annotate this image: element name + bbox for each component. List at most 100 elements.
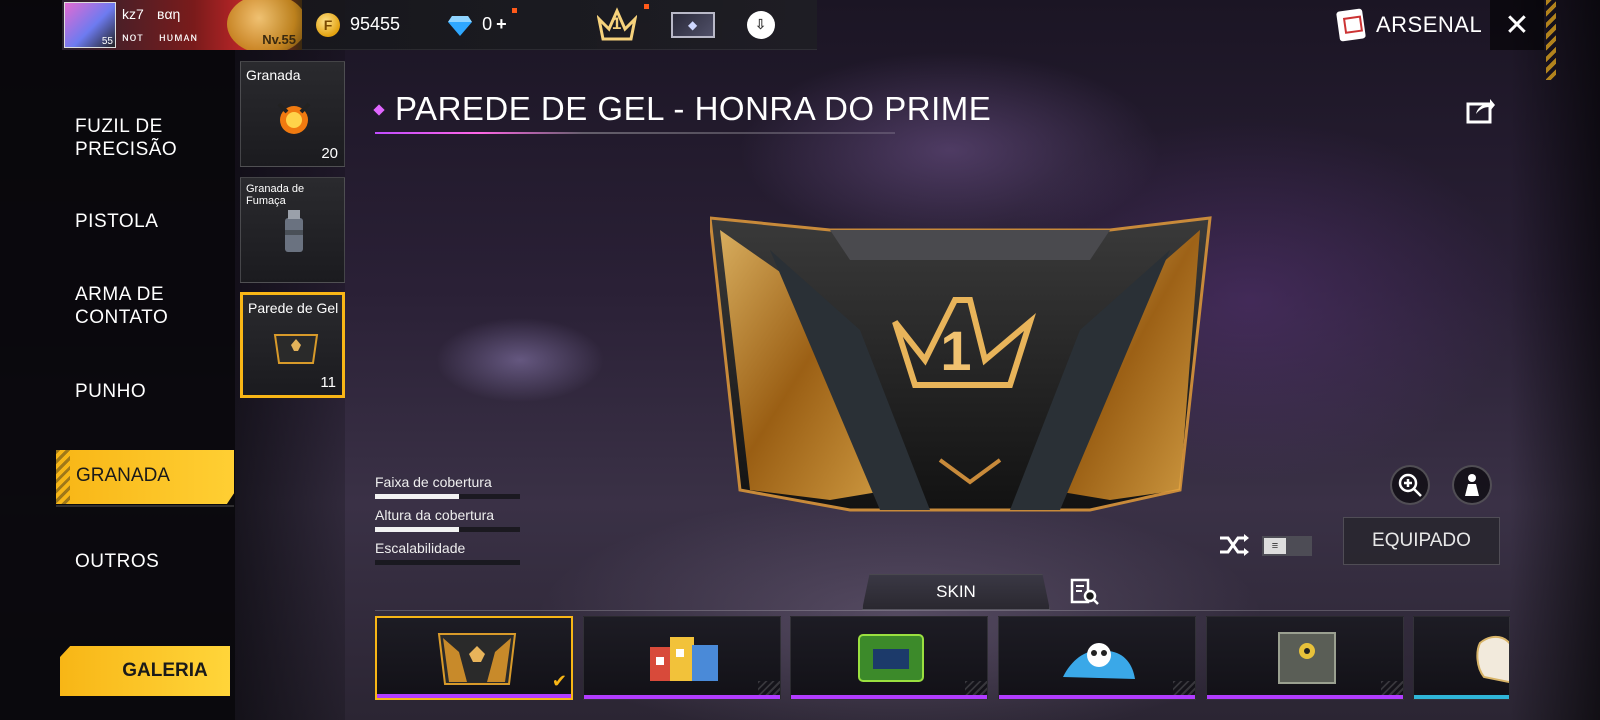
item-card-granada-de-fumaca[interactable]: Granada de Fumaça: [240, 177, 345, 283]
stat-bar: [375, 527, 520, 532]
notification-dot: [644, 4, 649, 9]
nav-item-arma-de-contato[interactable]: ARMA DE CONTATO: [75, 283, 168, 329]
nav-item-outros[interactable]: OUTROS: [75, 550, 159, 573]
toggle-knob-icon: ≡: [1264, 538, 1286, 554]
item-count: 11: [320, 374, 336, 391]
arsenal-title: ARSENAL: [1376, 12, 1483, 37]
player-name: kz7: [122, 5, 144, 22]
smoke-grenade-icon: [285, 210, 303, 252]
tile-rarity-bar: [1414, 695, 1509, 699]
stat-label: Escalabilidade: [375, 540, 466, 556]
page-title: PAREDE DE GEL - HONRA DO PRIME: [395, 90, 992, 127]
active-stripes: [56, 450, 70, 504]
item-name: Granada: [246, 67, 301, 83]
stat-bar: [375, 494, 520, 499]
tile-rarity-bar: [584, 695, 780, 699]
player-name-suffix: ʙαη: [157, 5, 181, 22]
skin-tile[interactable]: [1206, 616, 1404, 700]
tile-corner: [965, 681, 987, 695]
selected-check-icon: ✔: [551, 671, 567, 691]
close-button[interactable]: ✕: [1490, 0, 1544, 50]
item-card-granada[interactable]: Granada 20: [240, 61, 345, 167]
radiation-box-thumbnail: [1278, 632, 1336, 684]
gallery-button[interactable]: GALERIA: [60, 646, 230, 696]
nav-item-pistola[interactable]: PISTOLA: [75, 210, 158, 233]
display-toggle[interactable]: ≡: [1262, 536, 1312, 556]
diamond-count: 0: [482, 14, 493, 34]
stat-altura-da-cobertura: Altura da cobertura: [375, 507, 520, 532]
wave-panda-thumbnail: [1063, 643, 1135, 679]
nav-item-punho[interactable]: PUNHO: [75, 380, 146, 403]
tile-rarity-bar: [999, 695, 1195, 699]
item-count: 20: [321, 145, 338, 162]
nav-item-label: GRANADA: [76, 465, 170, 486]
notification-dot: [512, 8, 517, 13]
stat-fill: [375, 527, 460, 532]
arsenal-icon: [1336, 8, 1366, 42]
share-icon[interactable]: [1466, 96, 1496, 124]
membership-card-icon[interactable]: ◆: [670, 11, 715, 38]
nav-item-fuzil-de-precisao[interactable]: FUZIL DE PRECISÃO: [75, 115, 177, 161]
skin-tile[interactable]: [1413, 616, 1510, 700]
avatar[interactable]: 55: [64, 1, 116, 48]
right-edge-shade: [1510, 0, 1600, 720]
corner-decoration: [1546, 0, 1556, 80]
equip-label: EQUIPADO: [1372, 530, 1471, 551]
zoom-in-icon: [1398, 473, 1422, 497]
tile-rarity-bar: [791, 695, 987, 699]
colorful-houses-thumbnail: [650, 637, 718, 681]
coin-icon: F: [316, 12, 340, 37]
tab-divider: [375, 610, 1510, 611]
shuffle-icon[interactable]: [1218, 532, 1250, 558]
tile-corner: [758, 681, 780, 695]
pumpkin-grenade-icon: [277, 102, 311, 134]
gallery-label: GALERIA: [122, 660, 208, 681]
skin-tile[interactable]: [583, 616, 781, 700]
character-pose-button[interactable]: [1452, 465, 1492, 505]
stat-bar: [375, 560, 520, 565]
svg-text:1: 1: [940, 319, 971, 382]
equip-button[interactable]: EQUIPADO: [1343, 517, 1500, 565]
search-skin-icon[interactable]: [1070, 578, 1100, 606]
stat-fill: [375, 494, 460, 499]
gel-wall-icon: [273, 334, 319, 364]
tab-skin[interactable]: SKIN: [862, 574, 1050, 610]
nav-divider: [56, 505, 234, 507]
avatar-level: 55: [101, 35, 113, 47]
coin-count: 95455: [350, 14, 401, 34]
stat-label: Altura da cobertura: [375, 507, 495, 523]
tile-rarity-bar: [1207, 695, 1403, 699]
player-tag: ɴᴏᴛ: [122, 29, 144, 44]
item-name: Granada de Fumaça: [246, 183, 305, 207]
cloud-download-icon[interactable]: ⇩: [746, 10, 775, 39]
left-panel-shade: [0, 0, 235, 720]
crown-rank-icon[interactable]: 1: [596, 5, 637, 45]
tile-corner: [1381, 681, 1403, 695]
skin-tile-honra-do-prime[interactable]: ✔: [375, 616, 573, 700]
player-level: Nv.55: [262, 31, 296, 47]
stat-label: Faixa de cobertura: [375, 474, 492, 490]
white-gold-thumbnail: [1476, 635, 1509, 684]
rank-number: 1: [611, 13, 622, 33]
stat-escalabilidade: Escalabilidade: [375, 540, 520, 565]
tile-rarity-bar: [377, 694, 571, 698]
item-name: Parede de Gel: [248, 300, 339, 316]
tab-skin-label: SKIN: [936, 582, 976, 601]
nav-item-granada[interactable]: GRANADA: [56, 450, 234, 504]
green-wall-thumbnail: [858, 634, 924, 682]
title-underline: [375, 132, 895, 134]
player-card[interactable]: 55 kz7 ʙαη ɴᴏᴛ ʜᴜᴍᴀɴ Nv.55: [62, 0, 302, 50]
zoom-in-button[interactable]: [1390, 465, 1430, 505]
stat-faixa-de-cobertura: Faixa de cobertura: [375, 474, 520, 499]
gel-wall-prime-thumbnail: [437, 633, 517, 685]
skin-tile[interactable]: [790, 616, 988, 700]
character-icon: [1465, 474, 1479, 496]
item-card-parede-de-gel[interactable]: Parede de Gel 11: [240, 292, 345, 398]
add-diamonds-button[interactable]: +: [496, 14, 507, 35]
diamond-icon[interactable]: [448, 14, 473, 36]
top-bar: 55 kz7 ʙαη ɴᴏᴛ ʜᴜᴍᴀɴ Nv.55 F 95455 0 + 1…: [62, 0, 817, 50]
skin-tile[interactable]: [998, 616, 1196, 700]
tile-corner: [1173, 681, 1195, 695]
gel-wall-artwork: 1: [710, 216, 1212, 512]
player-tag-2: ʜᴜᴍᴀɴ: [159, 29, 199, 44]
